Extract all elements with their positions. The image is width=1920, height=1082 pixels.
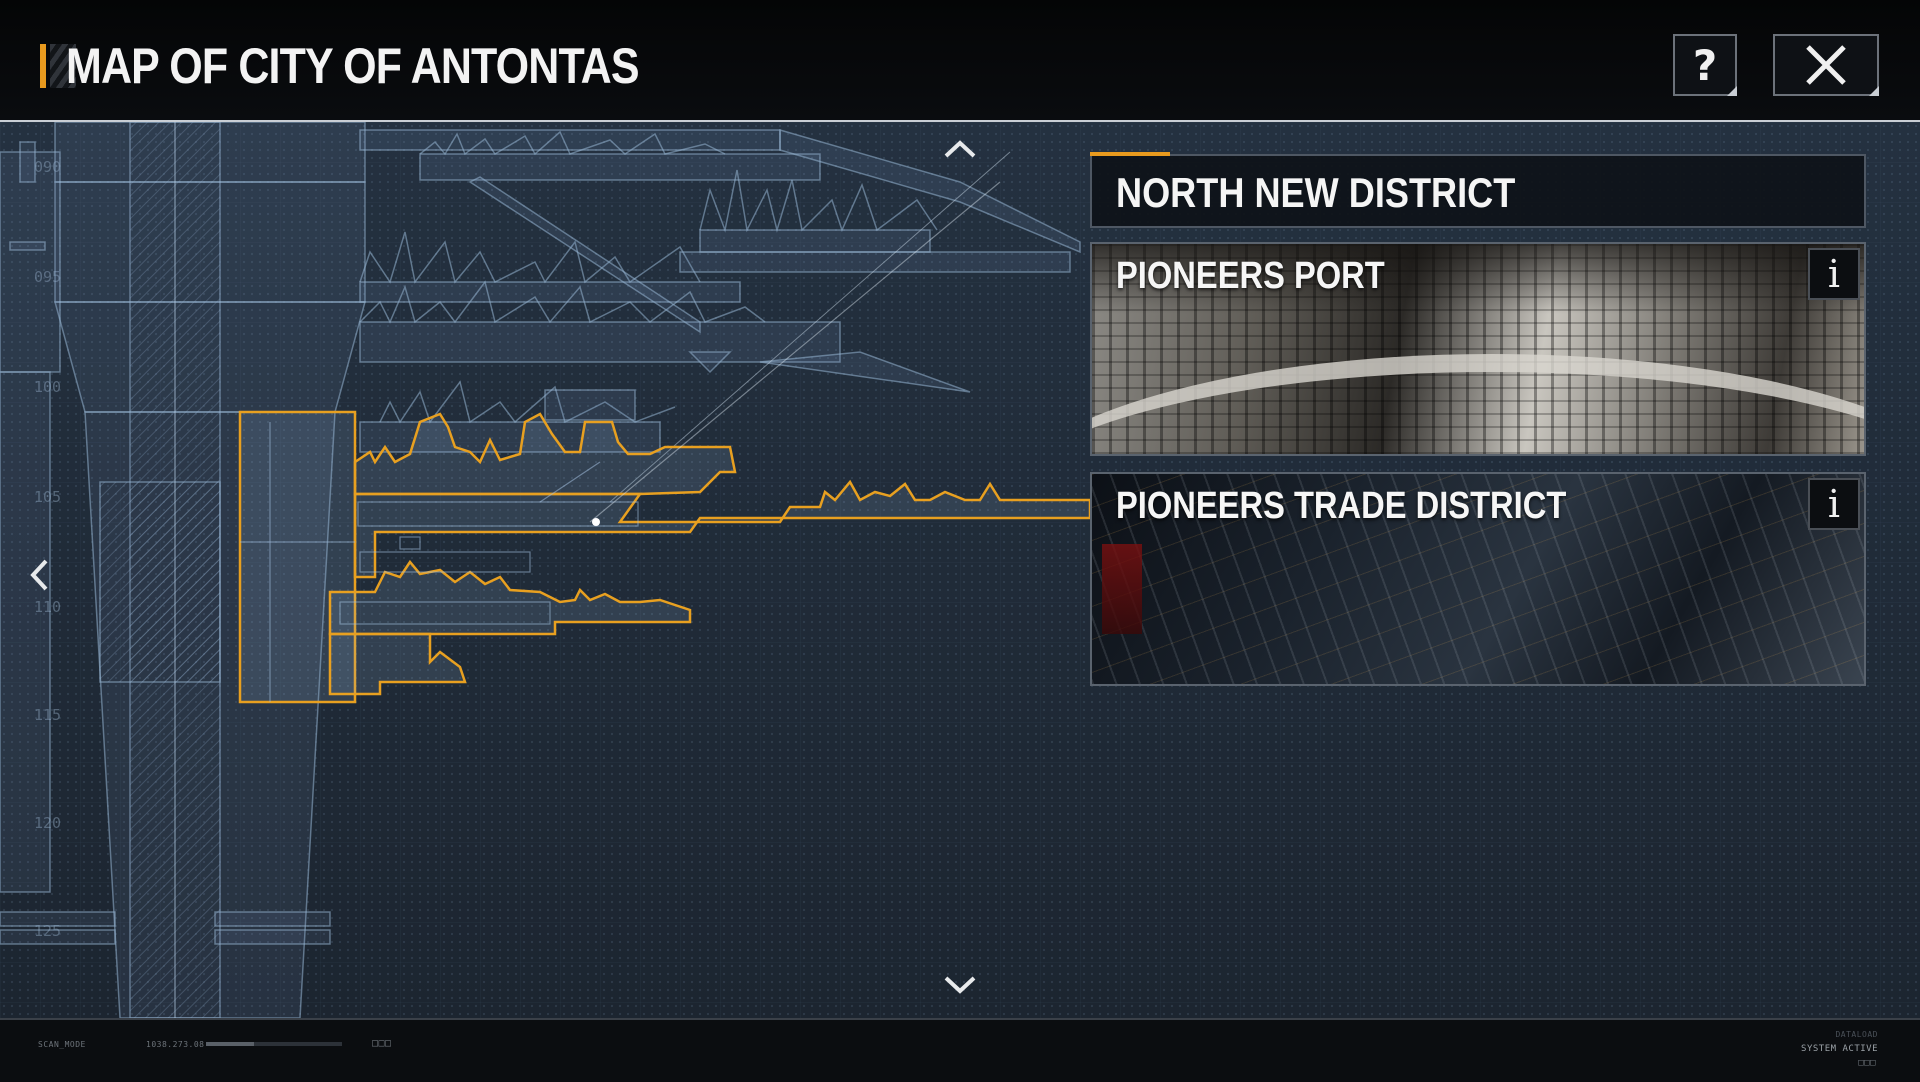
help-button[interactable]: ?	[1673, 34, 1737, 96]
location-card-title: PIONEERS PORT	[1116, 255, 1385, 297]
question-mark-icon: ?	[1692, 40, 1718, 90]
scan-mode-label: SCAN_MODE	[38, 1040, 86, 1049]
indicator-squares: □□□	[372, 1038, 392, 1049]
location-card-pioneers-port[interactable]: PIONEERS PORT i	[1090, 242, 1866, 456]
location-card-pioneers-trade-district[interactable]: PIONEERS TRADE DISTRICT i	[1090, 472, 1866, 686]
coordinate-readout: 1038.273.08	[146, 1040, 205, 1049]
info-button[interactable]: i	[1808, 478, 1860, 530]
district-title: NORTH NEW DISTRICT	[1116, 169, 1516, 216]
highlighted-district	[238, 410, 1092, 704]
scroll-left-arrow[interactable]	[22, 550, 56, 600]
scroll-down-arrow[interactable]	[940, 970, 980, 1000]
close-button[interactable]	[1773, 34, 1879, 96]
dataload-label: DATALOAD	[1835, 1030, 1878, 1039]
district-accent-bar	[1090, 152, 1170, 156]
title-accent-bar	[40, 44, 46, 88]
progress-bar	[206, 1042, 342, 1046]
location-card-title: PIONEERS TRADE DISTRICT	[1116, 485, 1567, 527]
status-footer: SCAN_MODE 1038.273.08 □□□ DATALOAD SYSTE…	[0, 1018, 1920, 1082]
chevron-left-icon	[30, 559, 48, 591]
info-button[interactable]: i	[1808, 248, 1860, 300]
close-x-icon	[1806, 45, 1846, 85]
scroll-up-arrow[interactable]	[940, 134, 980, 164]
selection-dot	[592, 518, 600, 526]
page-title: MAP OF CITY OF ANTONTAS	[66, 38, 640, 94]
chevron-up-icon	[944, 140, 976, 158]
indicator-squares: □□□	[1858, 1058, 1876, 1068]
district-header: NORTH NEW DISTRICT	[1090, 152, 1866, 228]
info-icon: i	[1827, 482, 1841, 526]
system-status: SYSTEM ACTIVE	[1801, 1044, 1878, 1054]
chevron-down-icon	[944, 976, 976, 994]
top-bar: MAP OF CITY OF ANTONTAS ?	[0, 0, 1920, 122]
info-icon: i	[1827, 252, 1841, 296]
